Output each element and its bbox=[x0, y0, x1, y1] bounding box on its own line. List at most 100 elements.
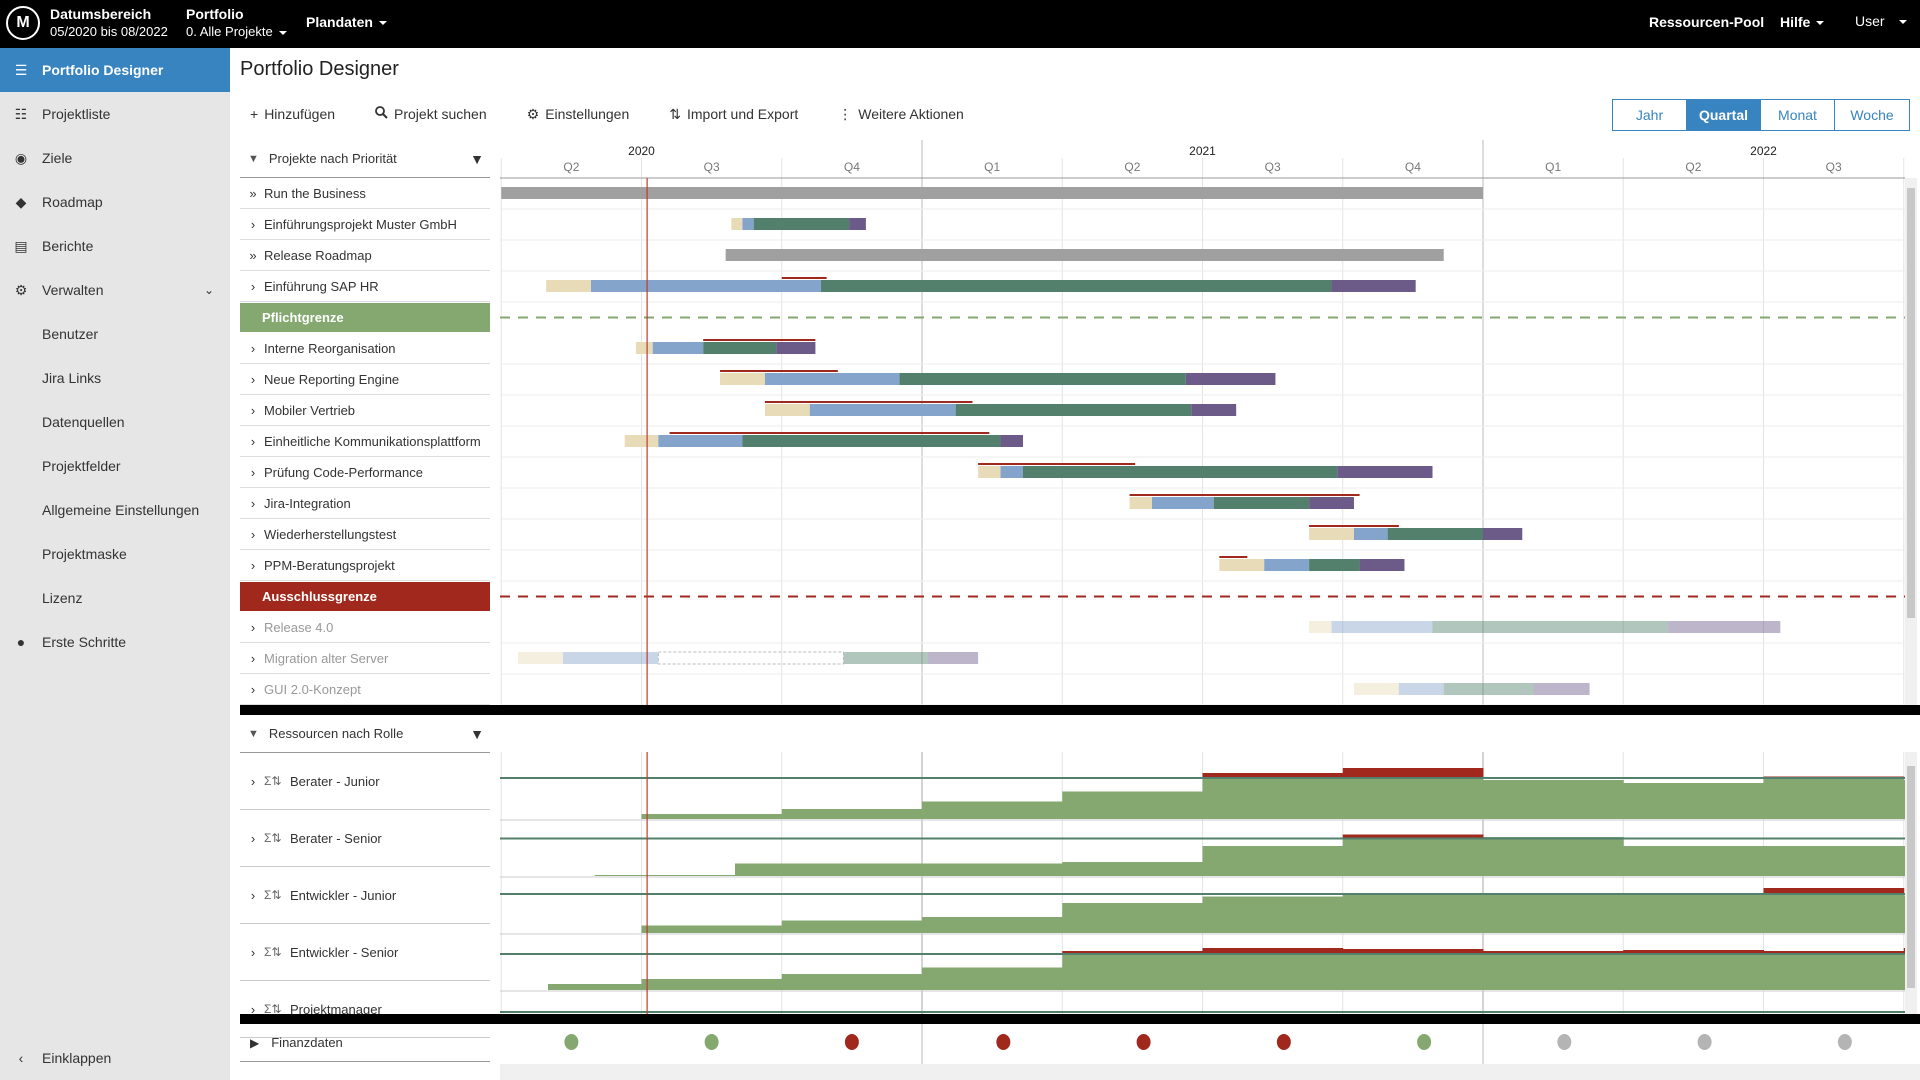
project-row[interactable]: › PPM-Beratungsprojekt bbox=[240, 550, 490, 581]
phase-bar[interactable] bbox=[1309, 528, 1354, 540]
collapse-triangle-icon[interactable]: ▼ bbox=[248, 728, 259, 740]
sidebar-item-datenquellen[interactable]: Datenquellen bbox=[0, 400, 230, 444]
project-row[interactable]: » Run the Business bbox=[240, 178, 490, 209]
resource-scrollbar[interactable] bbox=[1905, 752, 1917, 1014]
project-row[interactable]: › Release 4.0 bbox=[240, 612, 490, 643]
finance-status-dot[interactable] bbox=[1276, 1034, 1291, 1050]
portfolio-selector[interactable]: Portfolio 0. Alle Projekte bbox=[186, 6, 287, 40]
finance-status-dot[interactable] bbox=[1837, 1034, 1852, 1050]
phase-bar[interactable] bbox=[1185, 373, 1276, 385]
project-row[interactable]: › Neue Reporting Engine bbox=[240, 364, 490, 395]
phase-bar[interactable] bbox=[1387, 528, 1483, 540]
project-row[interactable]: › GUI 2.0-Konzept bbox=[240, 674, 490, 705]
phase-bar[interactable] bbox=[635, 342, 653, 354]
phase-bar[interactable] bbox=[742, 218, 754, 230]
filter-icon[interactable]: ▼ bbox=[470, 726, 484, 742]
project-row[interactable]: » Release Roadmap bbox=[240, 240, 490, 271]
chevron-right-icon[interactable]: › bbox=[242, 945, 264, 960]
sidebar-item-lizenz[interactable]: Lizenz bbox=[0, 576, 230, 620]
app-logo[interactable]: M bbox=[6, 6, 40, 40]
chevron-right-icon[interactable]: › bbox=[242, 888, 264, 903]
more-actions-button[interactable]: ⋮ Weitere Aktionen bbox=[838, 100, 964, 128]
sidebar-item-roadmap[interactable]: ◆ Roadmap bbox=[0, 180, 230, 224]
sidebar-item-berichte[interactable]: ▤ Berichte bbox=[0, 224, 230, 268]
project-row[interactable]: › Einführungsprojekt Muster GmbH bbox=[240, 209, 490, 240]
finance-status-dot[interactable] bbox=[1417, 1034, 1432, 1050]
help-menu[interactable]: Hilfe bbox=[1780, 14, 1825, 30]
phase-bar[interactable] bbox=[1398, 683, 1444, 695]
phase-bar[interactable] bbox=[927, 652, 979, 664]
phase-bar[interactable] bbox=[764, 373, 900, 385]
phase-bar[interactable] bbox=[546, 280, 592, 292]
finance-status-dot[interactable] bbox=[704, 1034, 719, 1050]
finance-status-dot[interactable] bbox=[564, 1034, 579, 1050]
double-chevron-icon[interactable]: » bbox=[242, 186, 264, 201]
phase-bar[interactable] bbox=[764, 404, 810, 416]
resource-row[interactable]: › Σ⇅ Berater - Junior bbox=[240, 753, 490, 810]
finance-status-dot[interactable] bbox=[1136, 1034, 1151, 1050]
view-option-woche[interactable]: Woche bbox=[1835, 100, 1909, 130]
phase-bar[interactable] bbox=[1213, 497, 1310, 509]
phase-bar[interactable] bbox=[753, 218, 850, 230]
project-row[interactable]: › Jira-Integration bbox=[240, 488, 490, 519]
sidebar-item-verwalten[interactable]: ⚙ Verwalten ⌄ bbox=[0, 268, 230, 312]
sidebar-item-portfolio-designer[interactable]: ☰ Portfolio Designer bbox=[0, 48, 230, 92]
phase-bar[interactable] bbox=[652, 342, 704, 354]
phase-bar[interactable] bbox=[843, 652, 928, 664]
phase-bar[interactable] bbox=[1191, 404, 1237, 416]
settings-button[interactable]: ⚙ Einstellungen bbox=[527, 100, 630, 128]
panel-splitter[interactable] bbox=[240, 705, 1920, 715]
project-row[interactable]: › Wiederherstellungstest bbox=[240, 519, 490, 550]
resource-row[interactable]: › Σ⇅ Berater - Senior bbox=[240, 810, 490, 867]
view-option-jahr[interactable]: Jahr bbox=[1613, 100, 1687, 130]
phase-bar[interactable] bbox=[978, 466, 1001, 478]
sidebar-item-allgemeine-einstellungen[interactable]: Allgemeine Einstellungen bbox=[0, 488, 230, 532]
user-menu[interactable]: User bbox=[1855, 13, 1907, 29]
chevron-right-icon[interactable]: › bbox=[242, 651, 264, 666]
phase-bar[interactable] bbox=[821, 280, 1332, 292]
import-export-button[interactable]: ⇅ Import und Export bbox=[669, 100, 798, 128]
collapse-triangle-icon[interactable]: ▼ bbox=[248, 153, 259, 165]
phase-bar[interactable] bbox=[1309, 621, 1332, 633]
phase-bar[interactable] bbox=[1000, 435, 1023, 447]
phase-bar[interactable] bbox=[720, 373, 765, 385]
phase-bar[interactable] bbox=[776, 342, 816, 354]
chevron-right-icon[interactable]: › bbox=[242, 465, 264, 480]
chevron-right-icon[interactable]: › bbox=[242, 774, 264, 789]
sidebar-item-projektfelder[interactable]: Projektfelder bbox=[0, 444, 230, 488]
finance-status-dot[interactable] bbox=[1697, 1034, 1712, 1050]
resource-row[interactable]: › Σ⇅ Entwickler - Junior bbox=[240, 867, 490, 924]
sum-sort-icon[interactable]: Σ⇅ bbox=[264, 945, 290, 959]
project-row[interactable]: › Einführung SAP HR bbox=[240, 271, 490, 302]
date-range-selector[interactable]: Datumsbereich 05/2020 bis 08/2022 bbox=[50, 6, 168, 40]
project-row[interactable]: › Mobiler Vertrieb bbox=[240, 395, 490, 426]
phase-bar[interactable] bbox=[591, 280, 822, 292]
phase-bar[interactable] bbox=[1483, 528, 1523, 540]
chevron-right-icon[interactable]: › bbox=[242, 496, 264, 511]
exclusion-boundary-band[interactable]: Ausschlussgrenze bbox=[240, 582, 490, 611]
sidebar-item-ziele[interactable]: ◉ Ziele bbox=[0, 136, 230, 180]
phase-bar[interactable] bbox=[1219, 559, 1265, 571]
sidebar-item-projektliste[interactable]: ☷ Projektliste bbox=[0, 92, 230, 136]
phase-bar[interactable] bbox=[1000, 466, 1023, 478]
phase-bar[interactable] bbox=[624, 435, 659, 447]
phase-bar[interactable] bbox=[1309, 497, 1354, 509]
plandaten-menu[interactable]: Plandaten bbox=[306, 14, 387, 30]
scrollbar-thumb[interactable] bbox=[1907, 766, 1915, 988]
project-row[interactable]: › Einheitliche Kommunikationsplattform bbox=[240, 426, 490, 457]
chevron-right-icon[interactable]: › bbox=[242, 682, 264, 697]
phase-bar[interactable] bbox=[1337, 466, 1433, 478]
finance-status-dot[interactable] bbox=[1557, 1034, 1572, 1050]
phase-bar[interactable] bbox=[1432, 621, 1669, 633]
sidebar-item-jira-links[interactable]: Jira Links bbox=[0, 356, 230, 400]
resource-row[interactable]: › Σ⇅ Entwickler - Senior bbox=[240, 924, 490, 981]
scrollbar-thumb[interactable] bbox=[1907, 188, 1915, 618]
chevron-right-icon[interactable]: › bbox=[242, 558, 264, 573]
phase-bar[interactable] bbox=[742, 435, 1001, 447]
program-bar[interactable] bbox=[725, 249, 1444, 261]
phase-bar[interactable] bbox=[849, 218, 866, 230]
must-boundary-band[interactable]: Pflichtgrenze bbox=[240, 303, 490, 332]
phase-bar[interactable] bbox=[1331, 621, 1433, 633]
phase-bar[interactable] bbox=[1264, 559, 1310, 571]
phase-bar[interactable] bbox=[1359, 559, 1405, 571]
